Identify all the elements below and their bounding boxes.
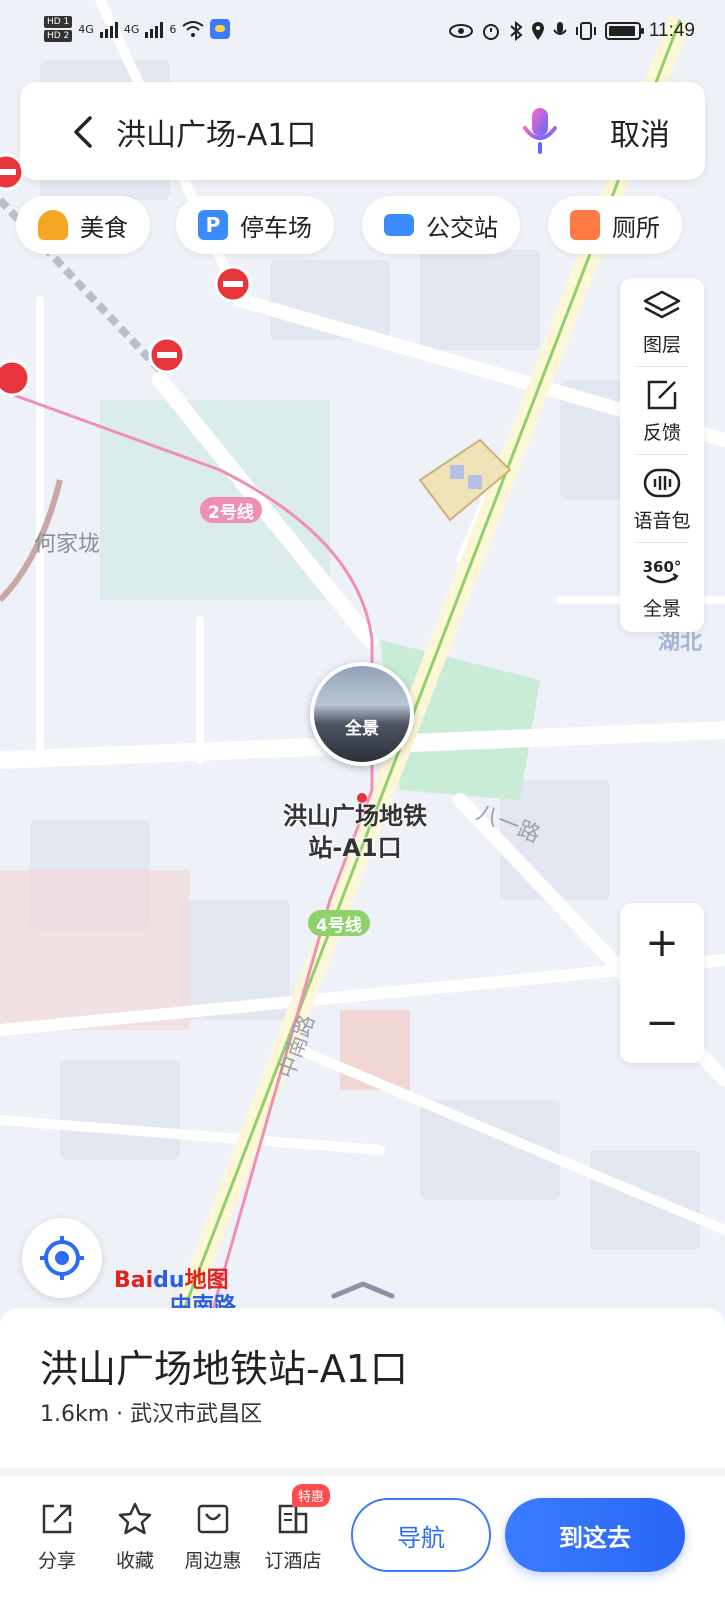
search-bar: 洪山广场-A1口 取消 [20, 82, 705, 180]
zoom-in-button[interactable]: + [620, 903, 704, 983]
search-query-text[interactable]: 洪山广场-A1口 [116, 110, 316, 154]
place-detail-sheet: 洪山广场地铁站-A1口 1.6km · 武汉市武昌区 分享 收藏 周边惠 订酒店… [0, 1308, 725, 1600]
chip-parking[interactable]: P 停车场 [176, 196, 334, 254]
place-title: 洪山广场地铁站-A1口 [40, 1347, 408, 1391]
poi-pin-label[interactable]: 洪山广场地铁站-A1口 [280, 800, 430, 864]
place-distance: 1.6km [40, 1402, 110, 1427]
action-share-label: 分享 [37, 1550, 76, 1572]
tool-voice-pack[interactable]: 语音包 [620, 454, 704, 540]
weather-app-icon [210, 19, 231, 39]
map-tools-panel: 图层 反馈 语音包 360° 全景 [620, 278, 704, 632]
voice-search-icon[interactable] [520, 104, 560, 156]
action-nearby-deals[interactable]: 周边惠 [178, 1500, 248, 1573]
wifi-icon [182, 21, 204, 37]
tool-feedback-label: 反馈 [642, 422, 681, 444]
action-book-hotel-label: 订酒店 [264, 1550, 322, 1572]
chip-toilet[interactable]: 厕所 [548, 196, 682, 254]
bus-stop-icon [384, 214, 414, 236]
battery-icon [604, 22, 644, 40]
sheet-expand-handle-icon[interactable] [330, 1280, 396, 1300]
toilet-icon [570, 210, 600, 240]
signal-2-icon [145, 20, 164, 38]
zoom-out-button[interactable]: − [620, 983, 704, 1063]
action-favorite[interactable]: 收藏 [100, 1500, 170, 1573]
metro-line-2-tag: 2号线 [200, 497, 262, 523]
bluetooth-icon [510, 21, 523, 41]
microphone-status-icon [553, 22, 567, 35]
special-offer-badge: 特惠 [292, 1484, 331, 1507]
navigate-button[interactable]: 导航 [351, 1498, 491, 1572]
tool-layers-label: 图层 [642, 334, 681, 356]
panorama-360-icon: 360° [643, 558, 682, 584]
action-share[interactable]: 分享 [22, 1500, 92, 1573]
action-book-hotel[interactable]: 订酒店 [258, 1500, 328, 1573]
eye-icon [448, 24, 473, 38]
chip-bus-stop-label: 公交站 [426, 213, 498, 242]
chip-food-label: 美食 [80, 213, 128, 242]
action-nearby-deals-label: 周边惠 [184, 1550, 242, 1572]
status-bar: HD 1 HD 2 4G 4G 6 11:49 [0, 0, 725, 70]
sim-indicators: HD 1 HD 2 [44, 16, 73, 42]
layers-icon [643, 290, 681, 319]
baidu-map-logo: Baidu地图 [114, 1268, 229, 1293]
tool-voice-pack-label: 语音包 [633, 510, 691, 532]
map-label-hejialong: 何家垅 [34, 532, 101, 557]
panorama-thumbnail-label: 全景 [345, 719, 379, 739]
chip-food[interactable]: 美食 [16, 196, 150, 254]
chip-toilet-label: 厕所 [612, 213, 660, 242]
network-gen-3: 6 [169, 22, 177, 36]
go-here-button[interactable]: 到这去 [505, 1498, 685, 1572]
category-chips: 美食 P 停车场 公交站 厕所 [0, 196, 725, 256]
panorama-thumbnail[interactable]: 全景 [310, 662, 414, 766]
food-icon [38, 210, 68, 240]
parking-icon: P [198, 210, 228, 240]
signal-1-icon [99, 20, 118, 38]
tool-panorama-label: 全景 [642, 598, 681, 620]
feedback-icon [647, 380, 677, 410]
locate-me-button[interactable] [22, 1218, 102, 1298]
crosshair-icon [40, 1236, 84, 1280]
vibrate-icon [575, 22, 596, 40]
nearby-deals-icon [197, 1504, 229, 1534]
share-icon [42, 1504, 72, 1534]
tool-panorama[interactable]: 360° 全景 [620, 542, 704, 628]
location-icon [531, 22, 544, 40]
star-icon [118, 1502, 152, 1535]
chip-bus-stop[interactable]: 公交站 [362, 196, 520, 254]
zoom-controls: + − [620, 903, 704, 1063]
tool-layers[interactable]: 图层 [620, 278, 704, 364]
action-favorite-label: 收藏 [115, 1550, 154, 1572]
chip-parking-label: 停车场 [240, 213, 312, 242]
clock: 11:49 [648, 20, 695, 41]
metro-line-4-tag: 4号线 [308, 910, 370, 936]
network-gen-1: 4G [78, 22, 94, 36]
voice-pack-icon [643, 468, 681, 498]
place-separator: · [116, 1402, 124, 1427]
place-area: 武汉市武昌区 [130, 1402, 263, 1427]
place-subtitle: 1.6km · 武汉市武昌区 [40, 1396, 262, 1428]
tool-feedback[interactable]: 反馈 [620, 366, 704, 452]
svg-text:360°: 360° [643, 558, 682, 576]
alarm-icon [482, 24, 499, 40]
back-arrow-icon[interactable] [64, 112, 104, 152]
network-gen-2: 4G [123, 22, 140, 36]
cancel-button[interactable]: 取消 [610, 110, 670, 154]
sheet-divider [0, 1468, 725, 1476]
